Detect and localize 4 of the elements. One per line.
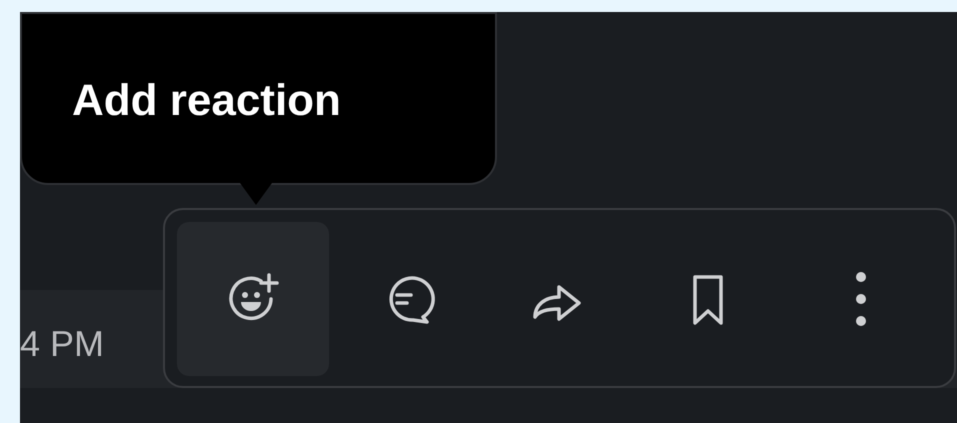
timestamp: 4 PM [20,322,104,366]
tooltip-pointer [240,183,272,205]
add-emoji-button[interactable] [177,222,329,376]
tooltip: Add reaction [20,12,497,185]
